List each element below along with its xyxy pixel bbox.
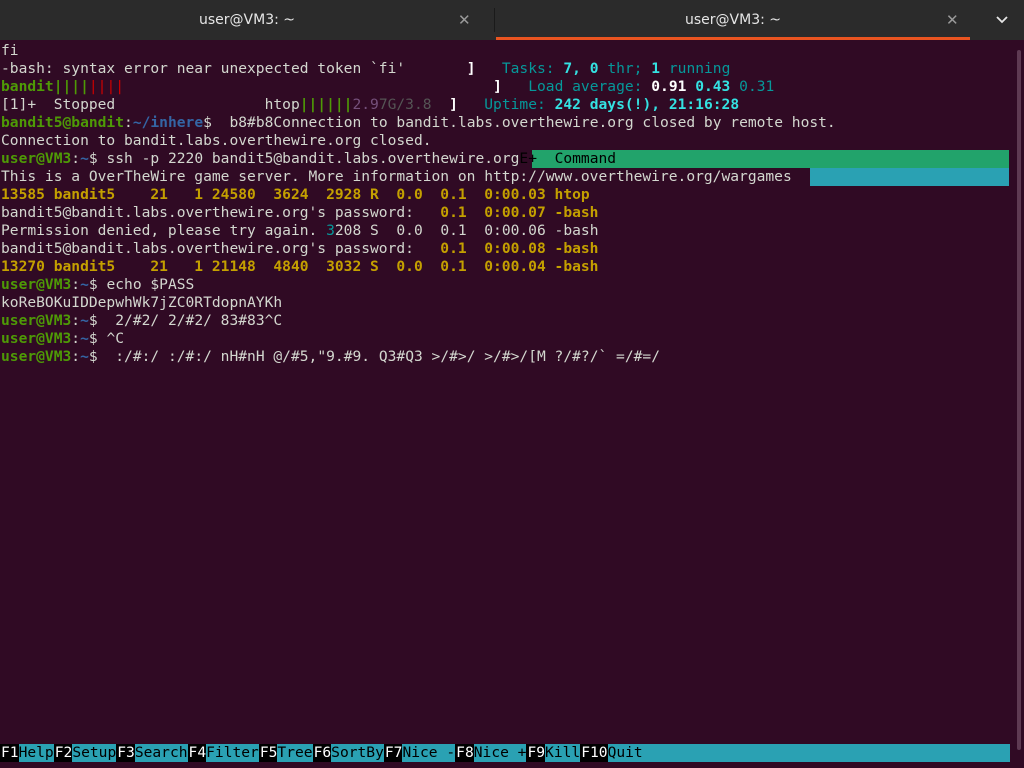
chevron-down-icon <box>996 16 1008 24</box>
fkey-sortby[interactable]: SortBy <box>331 744 384 762</box>
close-icon[interactable]: ✕ <box>458 11 471 29</box>
terminal-line: [1]+ Stopped htop||||||2.97G/3.8 ] Uptim… <box>1 96 740 113</box>
fkey-quit[interactable]: Quit <box>607 744 643 762</box>
terminal-line: Permission denied, please try again. 320… <box>1 222 599 239</box>
terminal-scrollbar[interactable] <box>1014 42 1024 768</box>
fkey-bar-fill <box>642 744 1010 762</box>
terminal-line: bandit5@bandit:~/inhere$ b8#b8Connection… <box>1 114 836 131</box>
fkey-number: F6 <box>312 744 332 762</box>
htop-function-key-bar: F1 Help F2 Setup F3 Search F4 Filter F5 Tree … <box>0 744 1010 762</box>
fkey-nice-minus[interactable]: Nice - <box>402 744 456 762</box>
tab-bar: user@VM3: ~ ✕ user@VM3: ~ ✕ <box>0 0 1024 40</box>
tab-title: user@VM3: ~ <box>199 12 295 28</box>
fkey-number: F8 <box>455 744 474 762</box>
fkey-kill[interactable]: Kill <box>545 744 581 762</box>
fkey-setup[interactable]: Setup <box>72 744 117 762</box>
tab-title: user@VM3: ~ <box>685 12 781 28</box>
fkey-nice-plus[interactable]: Nice + <box>473 744 527 762</box>
fkey-number: F5 <box>258 744 278 762</box>
tab-divider <box>494 8 495 32</box>
terminal-line: Connection to bandit.labs.overthewire.or… <box>1 132 432 149</box>
fkey-number: F2 <box>53 744 73 762</box>
tab-terminal-2-active[interactable]: user@VM3: ~ ✕ <box>496 0 970 40</box>
tab-terminal-1[interactable]: user@VM3: ~ ✕ <box>0 0 494 40</box>
terminal-line: koReBOKuIDDepwhWk7jZC0RTdopnAYKh <box>1 294 283 311</box>
htop-process-row: 13585 bandit5 21 1 24580 3624 2928 R 0.0… <box>1 186 590 203</box>
tab-menu-button[interactable] <box>990 10 1014 30</box>
terminal-line: This is a OverTheWire game server. More … <box>1 168 792 185</box>
terminal-line: bandit5@bandit.labs.overthewire.org's pa… <box>1 204 599 221</box>
htop-process-row: 13270 bandit5 21 1 21148 4840 3032 S 0.0… <box>1 258 599 275</box>
terminal-line: -bash: syntax error near unexpected toke… <box>1 60 731 77</box>
fkey-filter[interactable]: Filter <box>206 744 259 762</box>
terminal-line: user@VM3:~$ echo $PASS <box>1 276 195 293</box>
terminal-line: bandit5@bandit.labs.overthewire.org's pa… <box>1 240 599 257</box>
terminal-line: fi <box>1 42 19 59</box>
terminal-line: user@VM3:~$ ssh -p 2220 bandit5@bandit.l… <box>1 150 617 167</box>
close-icon[interactable]: ✕ <box>946 11 959 29</box>
fkey-number: F1 <box>0 744 19 762</box>
terminal-line: bandit|||||||| ] Load average: 0.91 0.43… <box>1 78 775 95</box>
fkey-number: F9 <box>526 744 546 762</box>
fkey-help[interactable]: Help <box>18 744 54 762</box>
fkey-number: F10 <box>580 744 608 762</box>
fkey-number: F7 <box>383 744 403 762</box>
fkey-search[interactable]: Search <box>134 744 188 762</box>
terminal-line: user@VM3:~$ ^C <box>1 330 125 347</box>
fkey-number: F4 <box>187 744 207 762</box>
fkey-tree[interactable]: Tree <box>277 744 313 762</box>
terminal-line: user@VM3:~$ :/#:/ :/#:/ nH#nH @/#5,"9.#9… <box>1 348 660 365</box>
scrollbar-thumb[interactable] <box>1017 50 1021 750</box>
fkey-number: F3 <box>116 744 135 762</box>
terminal-line: user@VM3:~$ 2/#2/ 2/#2/ 83#83^C <box>1 312 283 329</box>
